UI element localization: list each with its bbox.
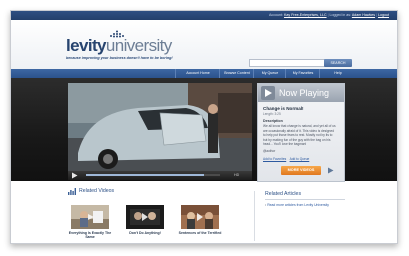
video-description: We all know that change is natural, and …	[263, 124, 336, 147]
related-article-text[interactable]: Read more articles from Levity Universit…	[267, 203, 329, 207]
related-articles-title: Related Articles	[265, 191, 302, 197]
related-video-thumb[interactable]	[71, 205, 109, 229]
related-video-title[interactable]: Everything Is Exactly The Same	[67, 231, 113, 240]
logout-link[interactable]: Logout	[378, 13, 389, 17]
seek-bar[interactable]	[86, 174, 220, 176]
account-info: Account: Kay Free-Enterprises, LLC|Logge…	[269, 11, 389, 20]
add-to-queue-link[interactable]: Add to Queue	[290, 157, 310, 161]
search-button[interactable]: SEARCH	[324, 59, 352, 67]
now-playing-panel: Now Playing Change is Normal! Length: 3:…	[257, 83, 345, 182]
nav-item-my-queue[interactable]: My Queue	[253, 69, 286, 78]
related-articles-rule	[265, 199, 345, 200]
user-link[interactable]: Adam Hawkes	[352, 13, 375, 17]
separator: |	[376, 13, 377, 17]
video-player[interactable]: HD	[68, 83, 252, 180]
account-link[interactable]: Kay Free-Enterprises, LLC	[284, 13, 327, 17]
now-playing-header: Now Playing	[258, 84, 344, 102]
description-label: Description	[263, 119, 283, 123]
add-to-favorites-link[interactable]: Add to Favorites	[263, 157, 286, 161]
play-icon[interactable]	[71, 172, 78, 179]
account-prefix: Account:	[269, 13, 285, 17]
nav-item-my-favorites[interactable]: My Favorites	[285, 69, 320, 78]
bar-chart-icon	[68, 188, 76, 195]
video-actions: Add to Favorites Add to Queue	[263, 157, 309, 161]
related-videos-title: Related Videos	[79, 188, 115, 194]
browser-page-frame: Account: Kay Free-Enterprises, LLC|Logge…	[10, 10, 398, 244]
video-length: Length: 3:25	[263, 112, 281, 116]
site-header: levityuniversity because improving your …	[11, 20, 397, 69]
separator: |	[327, 13, 329, 17]
now-playing-title: Now Playing	[279, 88, 330, 98]
account-bar: Account: Kay Free-Enterprises, LLC|Logge…	[11, 11, 397, 20]
video-frame-image[interactable]	[68, 83, 252, 171]
logo-tagline: because improving your business doesn't …	[66, 56, 173, 60]
related-video-thumb[interactable]	[126, 205, 164, 229]
logo-word-light: university	[105, 36, 172, 55]
player-controls: HD	[68, 171, 252, 180]
logged-in-label: Logged in as:	[329, 13, 352, 17]
video-author: @author	[263, 149, 276, 153]
next-arrow-icon[interactable]	[327, 167, 334, 174]
play-arrow-icon	[261, 86, 275, 100]
related-video-title[interactable]: Don't Do Anything!	[122, 231, 168, 235]
video-title: Change is Normal!	[263, 106, 304, 111]
more-videos-button[interactable]: MORE VIDEOS	[281, 166, 321, 175]
related-video-thumb[interactable]	[181, 205, 219, 229]
video-thumbnail-image	[71, 205, 109, 229]
logo-wordmark: levityuniversity	[66, 37, 172, 55]
video-thumbnail-image	[181, 205, 219, 229]
bullet-icon: •	[265, 203, 267, 207]
video-thumbnail-image	[126, 205, 164, 229]
hd-quality-toggle[interactable]: HD	[234, 171, 239, 180]
nav-item-account-home[interactable]: Account Home	[175, 69, 220, 78]
nav-item-help[interactable]: Help	[319, 69, 356, 78]
logo-word-bold: levity	[66, 36, 106, 55]
search-input[interactable]	[249, 59, 325, 67]
section-divider	[254, 191, 255, 241]
seek-progress	[86, 174, 204, 176]
related-article-link[interactable]: •Read more articles from Levity Universi…	[265, 203, 329, 207]
nav-item-browse-content[interactable]: Browse Content	[219, 69, 254, 78]
main-nav: Account Home Browse Content My Queue My …	[11, 69, 397, 78]
levity-university-logo[interactable]: levityuniversity because improving your …	[66, 30, 206, 65]
related-videos-header: Related Videos	[68, 187, 188, 196]
related-video-title[interactable]: Sentences of the Terrified	[177, 231, 223, 235]
